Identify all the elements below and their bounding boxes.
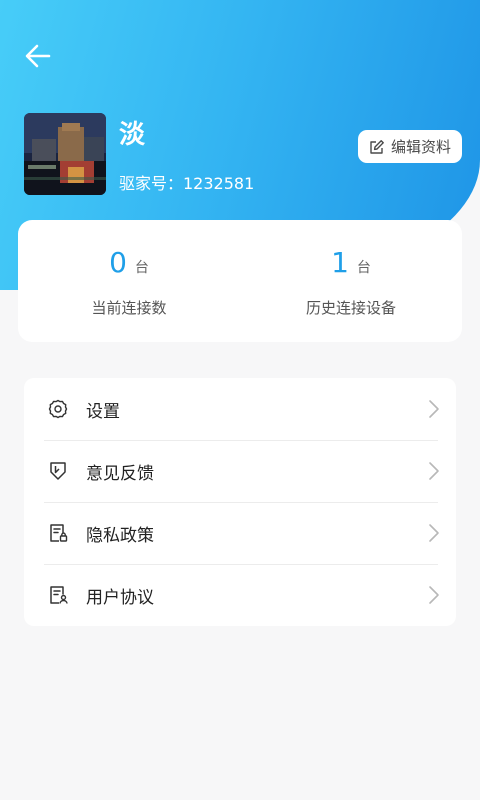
edit-profile-label: 编辑资料 — [390, 138, 451, 156]
stat-label: 历史连接设备 — [305, 299, 396, 317]
chevron-right-icon — [429, 524, 439, 542]
menu-list: 设置 意见反馈 隐私政策 用户协议 — [24, 378, 456, 626]
menu-item-label: 用户协议 — [86, 587, 154, 608]
stat-unit: 台 — [134, 260, 149, 276]
menu-item-label: 设置 — [86, 401, 120, 422]
chevron-right-icon — [429, 586, 439, 604]
stat-history-devices[interactable]: 1 台 历史连接设备 — [240, 220, 462, 342]
stat-label: 当前连接数 — [91, 299, 167, 317]
menu-item-feedback[interactable]: 意见反馈 — [24, 440, 456, 502]
privacy-doc-icon — [48, 523, 68, 543]
gear-icon — [48, 399, 68, 419]
stat-current-connections: 0 台 当前连接数 — [18, 220, 240, 342]
avatar[interactable] — [24, 113, 106, 195]
stat-value: 1 — [331, 246, 349, 279]
chevron-right-icon — [429, 400, 439, 418]
feedback-icon — [48, 461, 68, 481]
user-agreement-icon — [48, 585, 68, 605]
arrow-left-icon — [25, 44, 51, 68]
nickname: 淡 — [119, 120, 147, 150]
menu-item-user-agreement[interactable]: 用户协议 — [24, 564, 456, 626]
menu-item-privacy[interactable]: 隐私政策 — [24, 502, 456, 564]
menu-item-label: 隐私政策 — [86, 525, 154, 546]
edit-profile-button[interactable]: 编辑资料 — [358, 130, 462, 163]
avatar-photo — [24, 113, 106, 195]
stat-unit: 台 — [356, 260, 371, 276]
back-button[interactable] — [22, 40, 54, 72]
chevron-right-icon — [429, 462, 439, 480]
menu-item-label: 意见反馈 — [86, 463, 154, 484]
account-number: 驱家号：1232581 — [119, 174, 255, 193]
stat-value: 0 — [109, 246, 127, 279]
menu-item-settings[interactable]: 设置 — [24, 378, 456, 440]
stats-card: 0 台 当前连接数 1 台 历史连接设备 — [18, 220, 462, 342]
edit-icon — [370, 139, 384, 154]
